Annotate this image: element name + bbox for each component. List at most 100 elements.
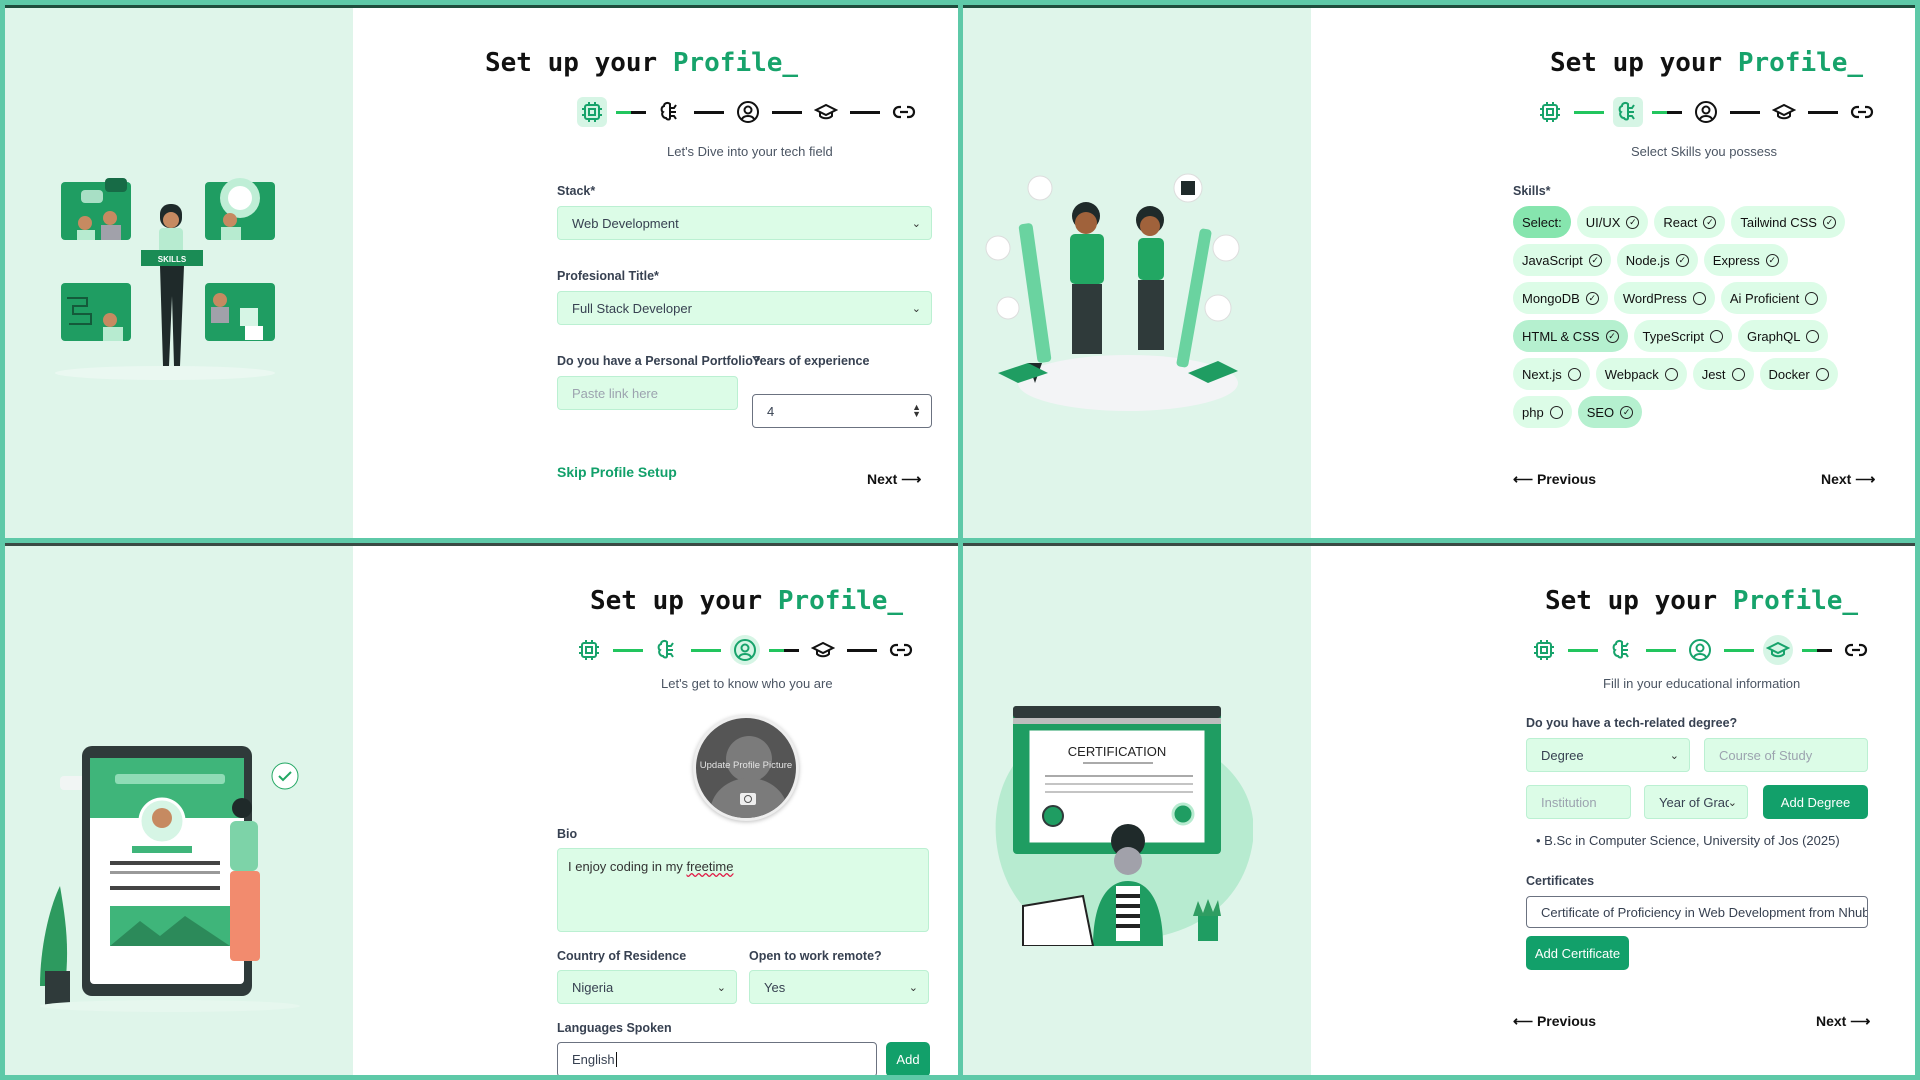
- remote-select[interactable]: Yes ⌄: [749, 970, 929, 1004]
- skill-chip[interactable]: UI/UX ✓: [1576, 206, 1649, 238]
- skills-sign-text: SKILLS: [158, 255, 187, 264]
- empty-circle-icon: [1692, 291, 1706, 305]
- skills-label: Skills*: [1513, 184, 1551, 198]
- step-connector: [769, 648, 799, 652]
- step-tech-field: [1535, 97, 1565, 127]
- skill-chip-label: TypeScript: [1642, 328, 1704, 344]
- skill-chip[interactable]: Express ✓: [1703, 244, 1788, 276]
- skill-chip[interactable]: GraphQL: [1737, 320, 1829, 352]
- step-tech-field: [577, 97, 607, 127]
- step-connector: [691, 648, 721, 652]
- step-connector: [847, 648, 877, 652]
- cpu-chip-icon: [582, 102, 602, 122]
- skill-chip[interactable]: Webpack: [1595, 358, 1687, 390]
- step-links: [1847, 97, 1877, 127]
- skill-chip-label: Webpack: [1604, 366, 1659, 382]
- skill-chip[interactable]: Ai Proficient: [1720, 282, 1828, 314]
- cpu-chip-icon: [1540, 102, 1560, 122]
- degree-select[interactable]: Degree ⌄: [1526, 738, 1690, 772]
- next-button[interactable]: Next ⟶: [1816, 1013, 1870, 1030]
- skill-chip[interactable]: TypeScript: [1633, 320, 1732, 352]
- skip-profile-setup-link[interactable]: Skip Profile Setup: [557, 464, 677, 480]
- country-select[interactable]: Nigeria ⌄: [557, 970, 737, 1004]
- step-connector: [1646, 648, 1676, 652]
- step-connector: [1574, 110, 1604, 114]
- panel-skills: Set up your Profile_ Select Skills you p…: [963, 5, 1915, 538]
- graduation-cap-icon: [811, 641, 835, 658]
- cpu-chip-icon: [1534, 640, 1554, 660]
- skill-chip-label: Tailwind CSS: [1740, 214, 1817, 230]
- next-button[interactable]: Next ⟶: [867, 471, 921, 488]
- spinner-arrows-icon[interactable]: ▲ ▼: [912, 403, 921, 419]
- step-education: [1763, 635, 1793, 665]
- previous-button[interactable]: ⟵ Previous: [1513, 471, 1596, 488]
- skill-chip[interactable]: Docker: [1759, 358, 1838, 390]
- portfolio-label: Do you have a Personal Portfolio?: [557, 354, 761, 368]
- add-certificate-button[interactable]: Add Certificate: [1526, 936, 1629, 970]
- check-circle-icon: ✓: [1765, 253, 1779, 267]
- step-skills: [1613, 97, 1643, 127]
- progress-stepper: [574, 635, 916, 665]
- skill-chip[interactable]: HTML & CSS ✓: [1513, 320, 1628, 352]
- bio-textarea[interactable]: I enjoy coding in my freetime: [557, 848, 929, 932]
- certificate-input[interactable]: Certificate of Proficiency in Web Develo…: [1526, 896, 1868, 928]
- step-subtitle: Fill in your educational information: [1603, 676, 1801, 691]
- step-personal: [1685, 635, 1715, 665]
- check-circle-icon: ✓: [1675, 253, 1689, 267]
- chevron-down-icon: ⌄: [908, 981, 918, 994]
- skill-chip[interactable]: WordPress: [1613, 282, 1715, 314]
- skill-chip[interactable]: MongoDB ✓: [1513, 282, 1608, 314]
- degree-list-item: • B.Sc in Computer Science, University o…: [1536, 833, 1840, 848]
- skill-chip[interactable]: Jest: [1692, 358, 1754, 390]
- next-button[interactable]: Next ⟶: [1821, 471, 1875, 488]
- step-links: [886, 635, 916, 665]
- skills-select-label: Select:: [1513, 206, 1571, 238]
- skill-chip[interactable]: JavaScript ✓: [1513, 244, 1611, 276]
- skill-chip[interactable]: Tailwind CSS ✓: [1731, 206, 1845, 238]
- add-degree-button[interactable]: Add Degree: [1763, 785, 1868, 819]
- skill-chip-label: WordPress: [1622, 290, 1687, 306]
- stack-select[interactable]: Web Development ⌄: [557, 206, 932, 240]
- skill-chip[interactable]: php: [1513, 396, 1572, 428]
- institution-input[interactable]: Institution: [1526, 785, 1631, 819]
- step-education: [808, 635, 838, 665]
- step-connector: [694, 110, 724, 114]
- link-icon: [892, 105, 916, 119]
- skill-chip[interactable]: Next.js: [1513, 358, 1590, 390]
- step-skills: [655, 97, 685, 127]
- step-personal: [733, 97, 763, 127]
- user-circle-icon: [734, 639, 756, 661]
- step-connector: [1724, 648, 1754, 652]
- skills-chip-list: Select: UI/UX ✓ React ✓ Tailwind CSS ✓ JavaScri…: [1513, 206, 1883, 428]
- languages-input[interactable]: English: [557, 1042, 877, 1075]
- course-of-study-input[interactable]: Course of Study: [1704, 738, 1868, 772]
- bio-label: Bio: [557, 827, 578, 841]
- progress-stepper: [577, 97, 919, 127]
- professional-title-select[interactable]: Full Stack Developer ⌄: [557, 291, 932, 325]
- skill-chip[interactable]: Node.js ✓: [1616, 244, 1698, 276]
- link-icon: [1844, 643, 1868, 657]
- skill-chip[interactable]: React ✓: [1654, 206, 1726, 238]
- step-subtitle: Let's Dive into your tech field: [667, 144, 833, 159]
- page-title: Set up your Profile_: [1550, 48, 1864, 78]
- team-tools-illustration: [985, 173, 1240, 411]
- skill-chip-label: React: [1663, 214, 1698, 230]
- profile-picture-upload[interactable]: Update Profile Picture: [693, 715, 799, 821]
- skill-chip-label: Node.js: [1625, 252, 1670, 268]
- cpu-chip-icon: [579, 640, 599, 660]
- empty-circle-icon: [1664, 367, 1678, 381]
- portfolio-input[interactable]: Paste link here: [557, 376, 738, 410]
- previous-button[interactable]: ⟵ Previous: [1513, 1013, 1596, 1030]
- illustration-panel: [5, 546, 353, 1075]
- skill-chip[interactable]: SEO ✓: [1577, 396, 1643, 428]
- step-personal: [1691, 97, 1721, 127]
- skill-chip-label: php: [1522, 404, 1544, 420]
- chevron-down-icon: ⌄: [911, 302, 921, 315]
- year-of-graduation-select[interactable]: Year of Grad ⌄: [1644, 785, 1748, 819]
- years-experience-input[interactable]: 4 ▲ ▼: [752, 394, 932, 428]
- empty-circle-icon: [1709, 329, 1723, 343]
- brain-icon: [660, 101, 677, 121]
- check-circle-icon: ✓: [1588, 253, 1602, 267]
- add-language-button[interactable]: Add: [886, 1042, 930, 1075]
- step-subtitle: Let's get to know who you are: [661, 676, 833, 691]
